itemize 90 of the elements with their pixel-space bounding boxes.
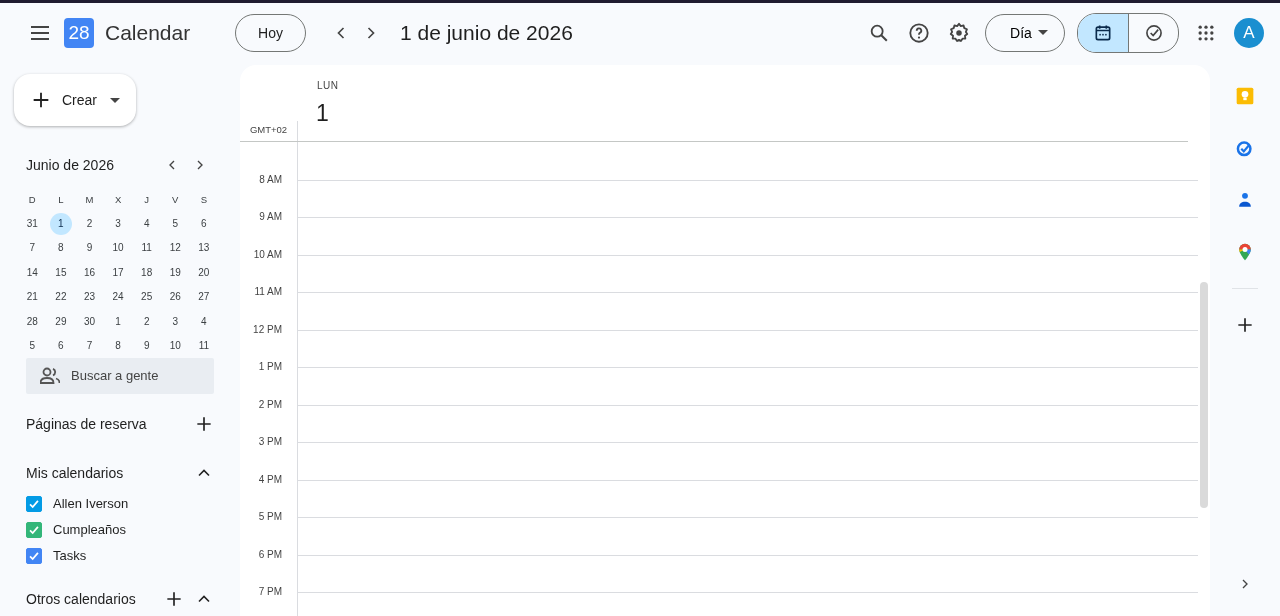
day-cell[interactable]: 5 [164, 212, 187, 235]
create-button[interactable]: Crear [14, 74, 136, 126]
caret-icon [110, 97, 120, 103]
time-label: 10 AM [253, 248, 282, 261]
time-label: 6 PM [258, 548, 282, 561]
day-cell[interactable]: 30 [78, 310, 101, 333]
day-cell[interactable]: 11 [192, 334, 215, 357]
day-cell[interactable]: 21 [21, 285, 44, 308]
weekday-label: J [143, 192, 151, 207]
people-search-field[interactable]: Buscar a gente [26, 357, 214, 394]
day-cell[interactable]: 8 [107, 334, 130, 357]
day-cell[interactable]: 7 [21, 236, 44, 259]
month-title: Junio de 2026 [26, 157, 114, 173]
day-cell[interactable]: 22 [49, 285, 72, 308]
day-cell[interactable]: 25 [135, 285, 158, 308]
day-cell[interactable]: 5 [21, 334, 44, 357]
time-label: 4 PM [258, 473, 282, 486]
weekday-label: D [27, 192, 37, 207]
day-cell[interactable]: 13 [192, 236, 215, 259]
day-cell[interactable]: 26 [164, 285, 187, 308]
caret-icon [1037, 30, 1048, 35]
day-cell[interactable]: 3 [164, 310, 187, 333]
weekday-label: LUN [317, 80, 339, 91]
date-title: 1 de junio de 2026 [400, 20, 573, 45]
settings-icon[interactable] [948, 21, 970, 44]
time-label: 8 AM [259, 173, 282, 186]
day-cell[interactable]: 7 [78, 334, 101, 357]
section-title: Páginas de reserva [26, 415, 147, 432]
day-cell[interactable]: 9 [135, 334, 158, 357]
calendar-checkbox[interactable] [26, 495, 42, 512]
timezone-label: GMT+02 [249, 124, 288, 135]
avatar[interactable]: A [1234, 17, 1264, 48]
day-cell[interactable]: 2 [135, 310, 158, 333]
day-cell[interactable]: 6 [49, 334, 72, 357]
day-cell[interactable]: 3 [107, 212, 130, 235]
day-cell[interactable]: 8 [49, 236, 72, 259]
day-cell[interactable]: 12 [164, 236, 187, 259]
day-cell[interactable]: 31 [21, 212, 44, 235]
app-name: Calendar [105, 20, 192, 45]
plus-icon[interactable] [1235, 315, 1255, 335]
day-cell[interactable]: 20 [192, 261, 215, 284]
day-cell[interactable]: 11 [135, 236, 158, 259]
day-cell[interactable]: 1 [107, 310, 130, 333]
day-cell[interactable]: 9 [78, 236, 101, 259]
check-circle-icon[interactable] [1235, 138, 1255, 158]
weekday-label: X [113, 192, 123, 207]
day-cell[interactable]: 23 [78, 285, 101, 308]
check-circle-icon [1143, 22, 1164, 43]
calendar-toggle[interactable] [1078, 13, 1128, 52]
time-label: 11 AM [254, 286, 282, 298]
time-label: 9 AM [259, 211, 282, 223]
day-cell[interactable]: 28 [21, 310, 44, 333]
day-number[interactable]: 1 [316, 100, 329, 127]
day-cell[interactable]: 18 [135, 261, 158, 284]
day-cell[interactable]: 19 [164, 261, 187, 284]
time-label: 7 PM [258, 586, 282, 598]
weekday-label: V [171, 192, 180, 207]
day-cell[interactable]: 15 [49, 261, 72, 284]
day-cell[interactable]: 10 [164, 334, 187, 357]
calendar-checkbox[interactable] [26, 547, 42, 564]
time-label: 12 PM [253, 323, 282, 336]
day-cell[interactable]: 10 [107, 236, 130, 259]
calendar-name: Cumpleaños [53, 522, 126, 538]
day-cell[interactable]: 2 [78, 212, 101, 235]
day-cell[interactable]: 27 [192, 285, 215, 308]
day-cell[interactable]: 29 [49, 310, 72, 333]
day-cell[interactable]: 16 [78, 261, 101, 284]
day-cell[interactable]: 17 [107, 261, 130, 284]
section-title: Mis calendarios [26, 464, 124, 481]
day-cell[interactable]: 4 [135, 212, 158, 235]
help-icon[interactable] [908, 21, 930, 44]
day-cell[interactable]: 1 [49, 212, 72, 235]
calendar-name: Allen Iverson [53, 496, 129, 512]
calendar-checkbox[interactable] [26, 521, 42, 538]
section-title: Otros calendarios [26, 590, 136, 607]
weekday-label: L [57, 192, 65, 207]
day-cell[interactable]: 6 [192, 212, 215, 235]
weekday-label: M [84, 192, 95, 207]
time-label: 5 PM [258, 511, 282, 523]
day-cell[interactable]: 14 [21, 261, 44, 284]
calendar-logo: 28 [64, 17, 94, 48]
time-label: 1 PM [258, 361, 282, 373]
weekday-label: S [199, 192, 209, 207]
time-label: 2 PM [258, 398, 282, 411]
day-cell[interactable]: 4 [192, 310, 215, 333]
scrollbar-thumb[interactable] [1200, 282, 1208, 508]
calendar-name: Tasks [53, 548, 87, 564]
time-label: 3 PM [258, 436, 282, 448]
people-icon [40, 366, 60, 384]
day-cell[interactable]: 24 [107, 285, 130, 308]
